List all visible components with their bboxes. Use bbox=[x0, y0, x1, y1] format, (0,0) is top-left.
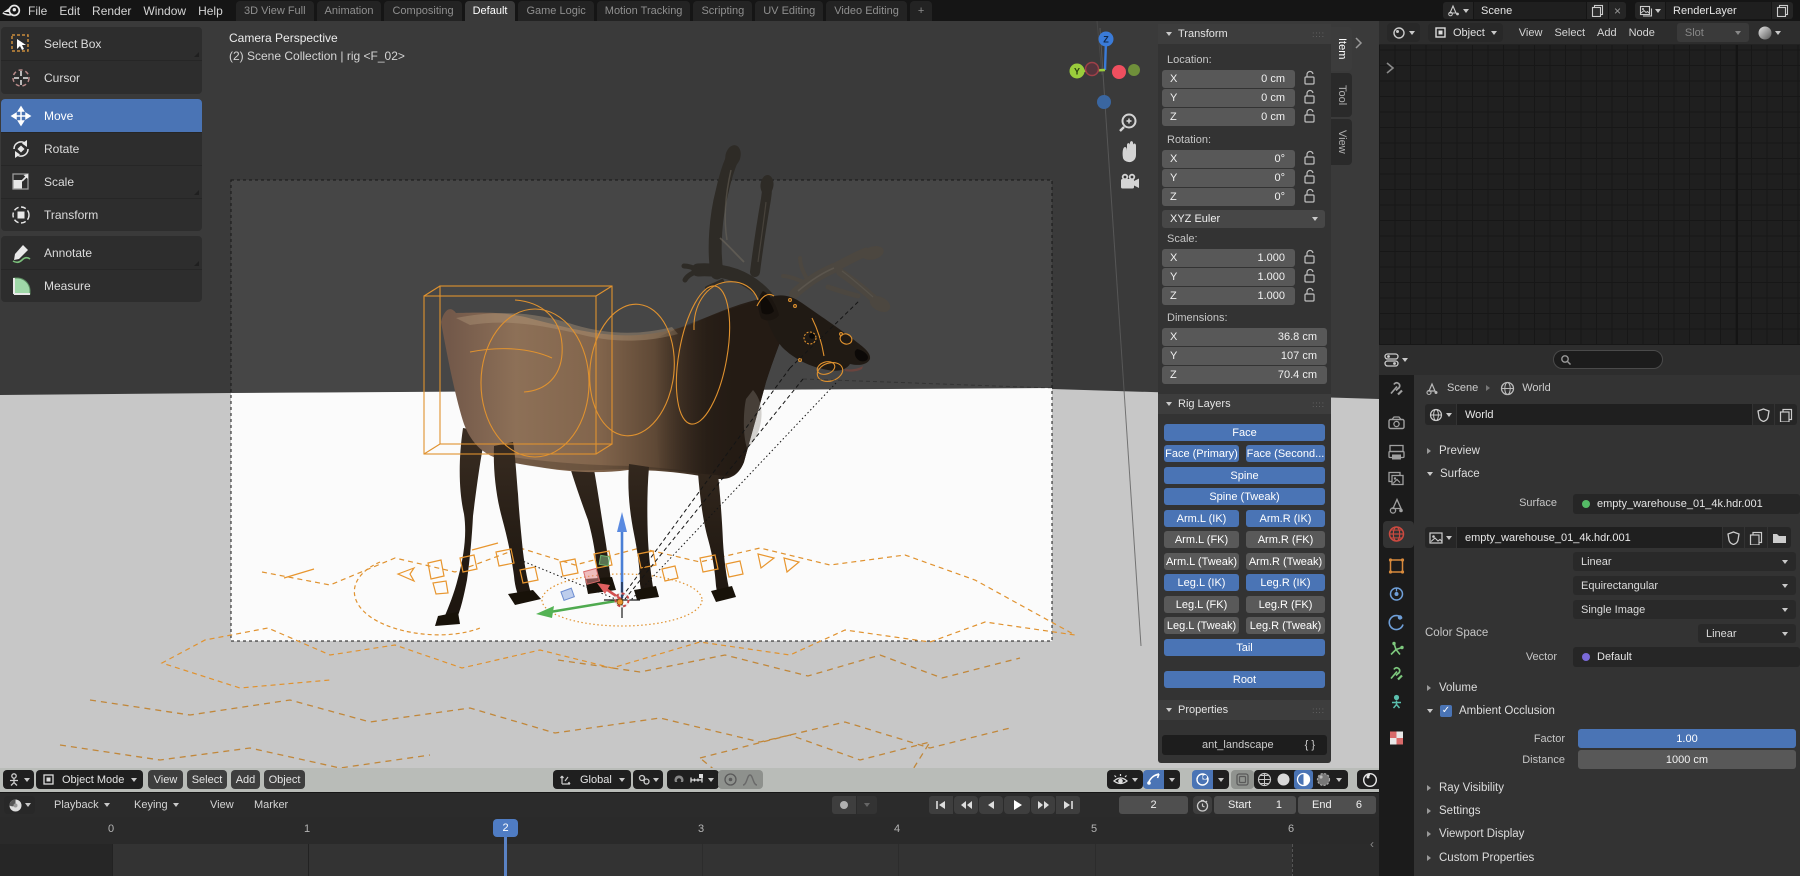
svg-text:Camera Perspective: Camera Perspective bbox=[229, 31, 338, 45]
svg-text:Z: Z bbox=[1103, 35, 1109, 45]
svg-text:Y: Y bbox=[1074, 67, 1080, 77]
svg-text:(2) Scene Collection | rig <F_: (2) Scene Collection | rig <F_02> bbox=[229, 49, 405, 63]
